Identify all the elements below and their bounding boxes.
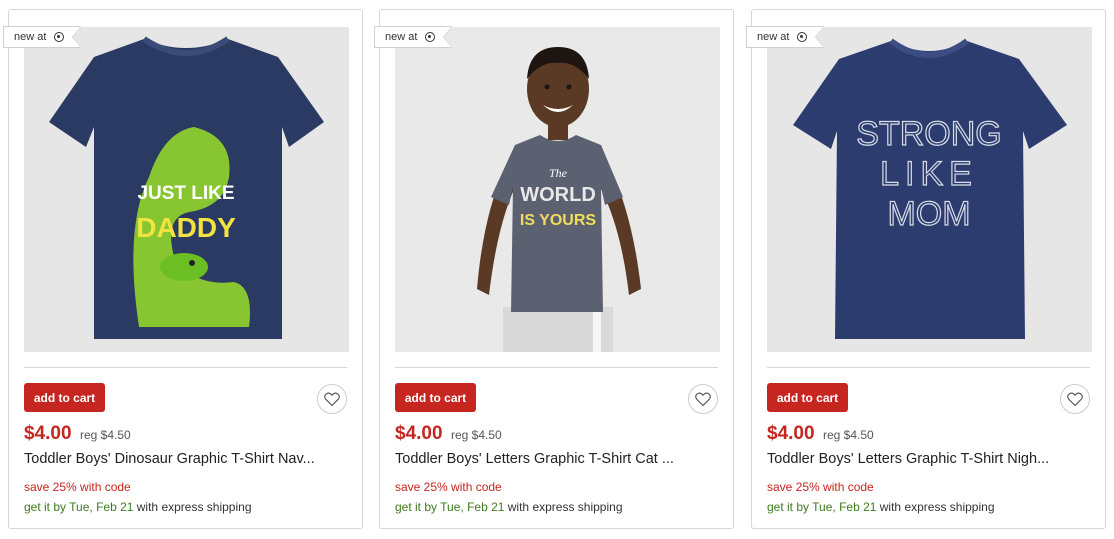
shipping-info: get it by Tue, Feb 21 with express shipp… <box>24 500 252 514</box>
shirt-text-line-2: WORLD <box>520 184 596 206</box>
ship-date: Feb 21 <box>839 500 877 514</box>
shipping-info: get it by Tue, Feb 21 with express shipp… <box>395 500 623 514</box>
regular-price: reg $4.50 <box>80 428 131 442</box>
product-card[interactable]: new at STRONG LIKE MOM add to cart $4.00… <box>751 9 1106 529</box>
regular-price: reg $4.50 <box>823 428 874 442</box>
new-at-badge: new at <box>374 26 452 48</box>
ship-prefix: get it by <box>395 500 438 514</box>
favorite-button[interactable] <box>1060 384 1090 414</box>
dinosaur-shirt-image: JUST LIKE DADDY <box>24 27 349 352</box>
ship-suffix: with express shipping <box>136 500 252 514</box>
price-row: $4.00 reg $4.50 <box>767 423 874 445</box>
promo-text: save 25% with code <box>767 480 874 494</box>
promo-text: save 25% with code <box>24 480 131 494</box>
badge-label: new at <box>385 31 418 43</box>
ship-prefix: get it by <box>767 500 810 514</box>
ship-date: Feb 21 <box>96 500 134 514</box>
heart-icon <box>1067 391 1083 406</box>
price-row: $4.00 reg $4.50 <box>395 423 502 445</box>
favorite-button[interactable] <box>688 384 718 414</box>
favorite-button[interactable] <box>317 384 347 414</box>
promo-text: save 25% with code <box>395 480 502 494</box>
product-grid: new at JUST LIKE DADDY add to cart $4.00… <box>0 0 1114 539</box>
ship-suffix: with express shipping <box>879 500 995 514</box>
divider <box>395 367 718 368</box>
boy-model-image: The WORLD IS YOURS <box>395 27 720 352</box>
heart-icon <box>695 391 711 406</box>
shirt-text-line-1: The <box>549 166 568 180</box>
product-title-link[interactable]: Toddler Boys' Dinosaur Graphic T-Shirt N… <box>24 451 344 467</box>
add-to-cart-button[interactable]: add to cart <box>395 383 476 412</box>
product-title-link[interactable]: Toddler Boys' Letters Graphic T-Shirt Ni… <box>767 451 1087 467</box>
ship-day: Tue <box>812 500 833 514</box>
ship-day: Tue <box>440 500 461 514</box>
target-bullseye-icon <box>797 32 807 42</box>
sale-price: $4.00 <box>767 423 815 444</box>
ship-date: Feb 21 <box>467 500 505 514</box>
divider <box>767 367 1090 368</box>
badge-label: new at <box>757 31 790 43</box>
divider <box>24 367 347 368</box>
shirt-text-line-1: JUST LIKE <box>137 183 234 204</box>
sale-price: $4.00 <box>395 423 443 444</box>
shirt-text-line-3: MOM <box>887 195 970 233</box>
shipping-info: get it by Tue, Feb 21 with express shipp… <box>767 500 995 514</box>
shirt-text-line-2: LIKE <box>880 155 978 193</box>
product-image[interactable]: STRONG LIKE MOM <box>767 27 1092 352</box>
shirt-text-line-3: IS YOURS <box>520 212 597 229</box>
target-bullseye-icon <box>425 32 435 42</box>
shirt-text-line-1: STRONG <box>856 115 1001 153</box>
new-at-badge: new at <box>3 26 81 48</box>
strong-like-mom-shirt-image: STRONG LIKE MOM <box>767 27 1092 352</box>
product-card[interactable]: new at JUST LIKE DADDY add to cart $4.00… <box>8 9 363 529</box>
ship-day: Tue <box>69 500 90 514</box>
badge-label: new at <box>14 31 47 43</box>
ship-prefix: get it by <box>24 500 67 514</box>
product-image[interactable]: The WORLD IS YOURS <box>395 27 720 352</box>
product-image[interactable]: JUST LIKE DADDY <box>24 27 349 352</box>
product-card[interactable]: new at The WORLD IS YOURS add to cart $4… <box>379 9 734 529</box>
regular-price: reg $4.50 <box>451 428 502 442</box>
sale-price: $4.00 <box>24 423 72 444</box>
add-to-cart-button[interactable]: add to cart <box>767 383 848 412</box>
target-bullseye-icon <box>54 32 64 42</box>
heart-icon <box>324 391 340 406</box>
ship-suffix: with express shipping <box>507 500 623 514</box>
add-to-cart-button[interactable]: add to cart <box>24 383 105 412</box>
price-row: $4.00 reg $4.50 <box>24 423 131 445</box>
product-title-link[interactable]: Toddler Boys' Letters Graphic T-Shirt Ca… <box>395 451 715 467</box>
shirt-text-line-2: DADDY <box>136 212 236 243</box>
new-at-badge: new at <box>746 26 824 48</box>
